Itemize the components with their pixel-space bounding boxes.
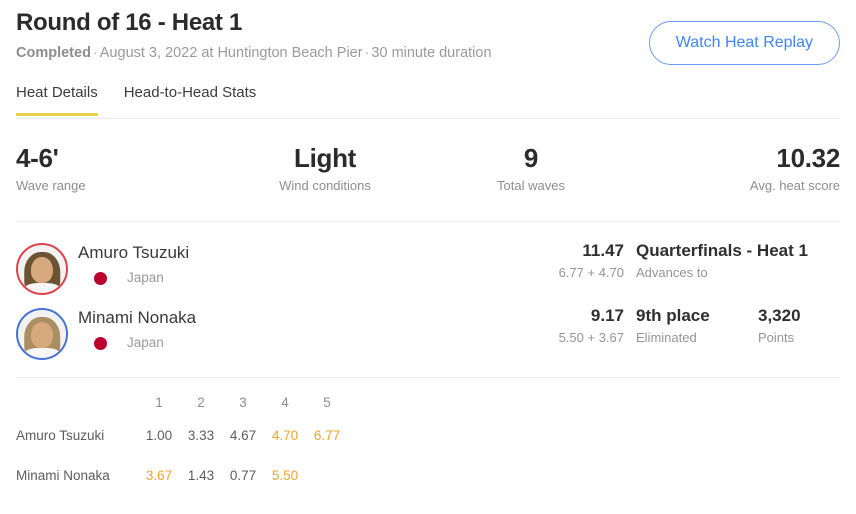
meta-separator-1: · <box>92 45 98 61</box>
wave-score-cell: 3.67 <box>145 468 173 483</box>
heat-duration: 30 minute duration <box>371 45 492 61</box>
wave-row-athlete-name: Minami Nonaka <box>16 468 110 483</box>
heat-detail-page: Round of 16 - Heat 1 Completed · August 3,… <box>0 0 856 514</box>
wave-column-3: 3 <box>239 395 247 410</box>
athlete-result: Quarterfinals - Heat 1 Advances to <box>636 240 808 282</box>
athlete-results-list: Amuro Tsuzuki Japan 11.47 6.77 + 4.70 Qu… <box>16 238 840 368</box>
athlete-points: 3,320 Points <box>758 305 801 347</box>
athlete-result: 9th place Eliminated <box>636 305 710 347</box>
watch-heat-replay-button[interactable]: Watch Heat Replay <box>648 21 840 65</box>
athlete-result-sub: Advances to <box>636 265 708 280</box>
wave-score-cell: 4.67 <box>229 428 257 443</box>
athlete-score-breakdown: 6.77 + 4.70 <box>558 265 624 280</box>
athlete-result-sub: Eliminated <box>636 330 697 345</box>
status-badge: Completed <box>16 45 91 61</box>
wave-score-cell: 6.77 <box>313 428 341 443</box>
wave-score-table: 1 2 3 4 5 Amuro Tsuzuki 1.00 3.33 4.67 4… <box>16 390 348 496</box>
athlete-score: 11.47 6.77 + 4.70 <box>16 240 624 282</box>
stats-divider <box>16 221 840 222</box>
stat-avg-heat-score-label: Avg. heat score <box>749 178 840 193</box>
athlete-points-value: 3,320 <box>758 306 801 325</box>
table-row[interactable]: Minami Nonaka Japan 9.17 5.50 + 3.67 9th… <box>16 303 840 368</box>
wave-row-athlete-name: Amuro Tsuzuki <box>16 428 105 443</box>
tab-head-to-head-stats[interactable]: Head-to-Head Stats <box>124 84 257 116</box>
wave-column-5: 5 <box>323 395 331 410</box>
athlete-score-breakdown: 5.50 + 3.67 <box>558 330 624 345</box>
wave-score-cell: 0.77 <box>229 468 257 483</box>
wave-score-cell: 1.43 <box>187 468 215 483</box>
athlete-total-score: 11.47 <box>582 241 624 260</box>
athlete-score: 9.17 5.50 + 3.67 <box>16 305 624 347</box>
table-row: Amuro Tsuzuki 1.00 3.33 4.67 4.70 6.77 <box>16 416 348 456</box>
wave-score-cell: 4.70 <box>271 428 299 443</box>
tab-heat-details[interactable]: Heat Details <box>16 84 98 116</box>
athletes-divider <box>16 377 840 378</box>
wave-column-1: 1 <box>155 395 163 410</box>
stat-total-waves-value: 9 <box>523 143 539 173</box>
stat-wind-conditions: Light Wind conditions <box>222 142 428 194</box>
athlete-result-main: Quarterfinals - Heat 1 <box>636 241 808 260</box>
wave-score-cell: 1.00 <box>145 428 173 443</box>
athlete-total-score: 9.17 <box>590 306 624 325</box>
stat-wave-range-value: 4-6' <box>16 143 59 173</box>
stat-avg-heat-score-value: 10.32 <box>776 143 840 173</box>
stat-wind-conditions-value: Light <box>293 143 357 173</box>
stat-total-waves-label: Total waves <box>497 178 565 193</box>
tab-divider <box>16 118 840 119</box>
stat-wave-range: 4-6' Wave range <box>16 142 222 194</box>
athlete-result-main: 9th place <box>636 306 710 325</box>
table-row[interactable]: Amuro Tsuzuki Japan 11.47 6.77 + 4.70 Qu… <box>16 238 840 303</box>
athlete-points-label: Points <box>758 330 795 345</box>
stat-avg-heat-score: 10.32 Avg. heat score <box>634 142 840 194</box>
wave-table-header: 1 2 3 4 5 <box>16 390 348 416</box>
wave-column-4: 4 <box>281 395 289 410</box>
wave-score-cell: 5.50 <box>271 468 299 483</box>
heat-date: August 3, 2022 at Huntington Beach Pier <box>99 45 363 61</box>
tab-bar: Heat Details Head-to-Head Stats <box>16 84 256 116</box>
table-row: Minami Nonaka 3.67 1.43 0.77 5.50 <box>16 456 348 496</box>
wave-column-2: 2 <box>197 395 205 410</box>
stat-wave-range-label: Wave range <box>16 178 86 193</box>
stat-total-waves: 9 Total waves <box>428 142 634 194</box>
wave-score-cell: 3.33 <box>187 428 215 443</box>
stat-wind-conditions-label: Wind conditions <box>279 178 371 193</box>
heat-conditions-stats: 4-6' Wave range Light Wind conditions 9 … <box>16 142 840 194</box>
